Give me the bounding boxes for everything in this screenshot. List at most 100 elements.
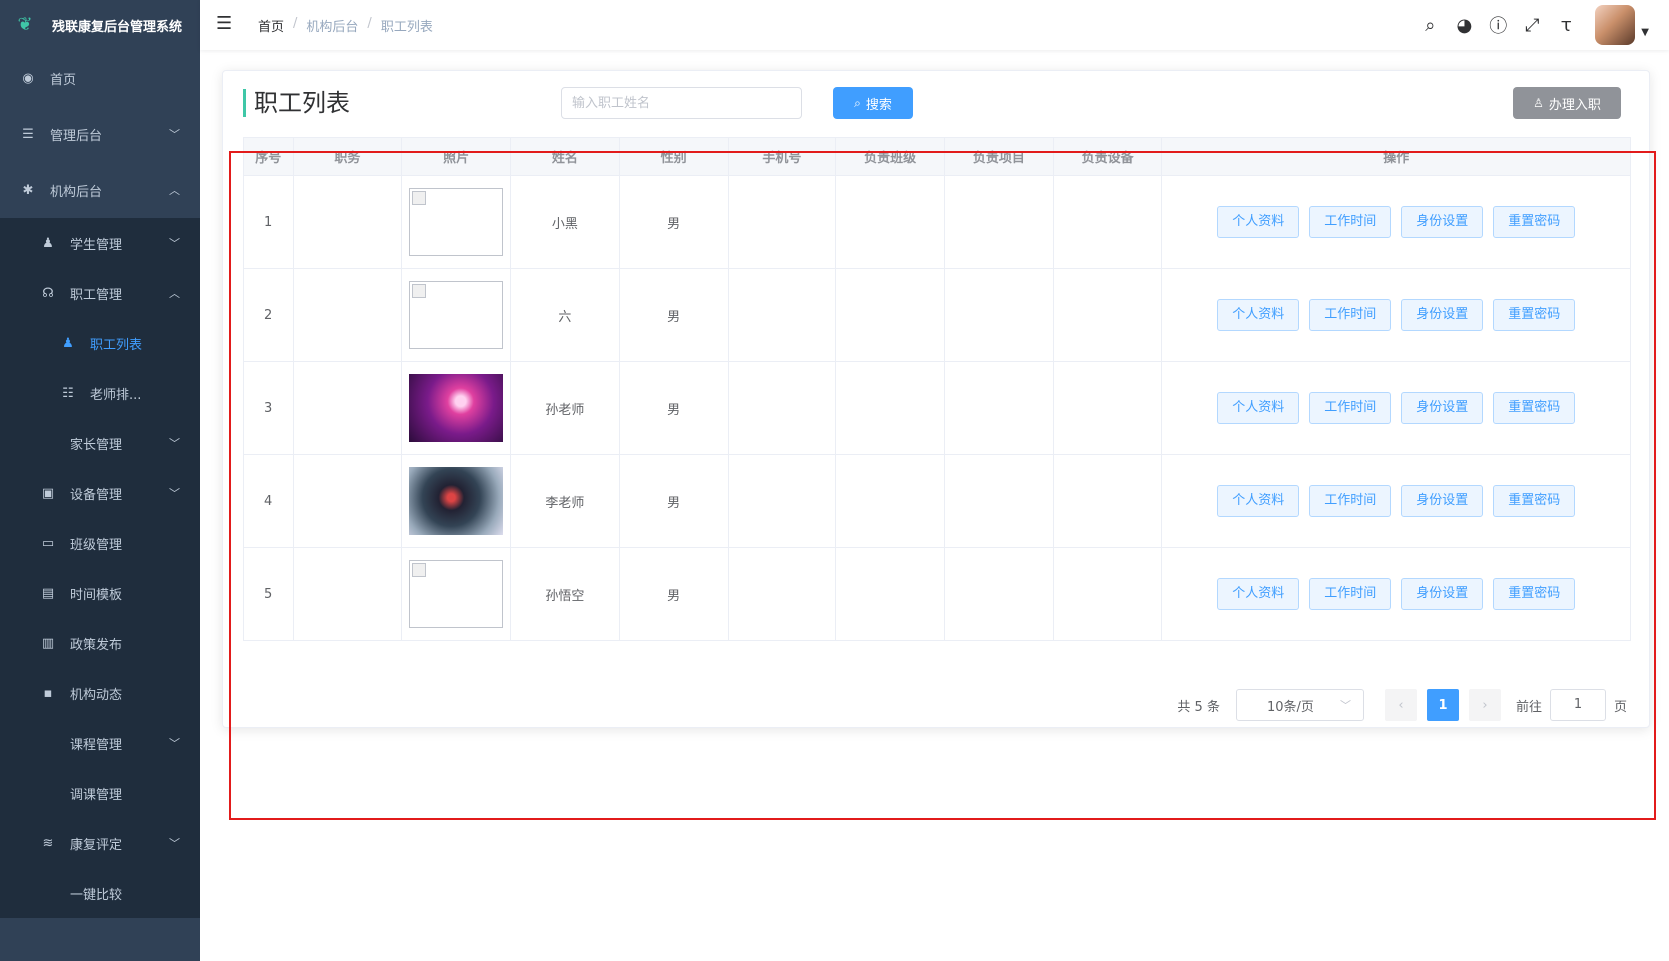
name-cell: 孙老师 — [510, 361, 620, 455]
staff-photo — [409, 374, 504, 442]
class-cell — [835, 175, 945, 269]
sidebar-item-reschedule[interactable]: 调课管理 — [0, 768, 200, 818]
reset-password-button[interactable]: 重置密码 — [1493, 578, 1576, 610]
tree-icon: ☷ — [62, 385, 74, 401]
work-time-button[interactable]: 工作时间 — [1309, 299, 1392, 331]
staff-list-card: 职工列表 ⌕ 搜索 ♙ 办理入职 序号 职务 照片 姓名 性别 手机号 负责班级… — [222, 70, 1650, 728]
page-size-value: 10条/页 — [1266, 699, 1314, 715]
next-page-button[interactable]: › — [1468, 689, 1501, 721]
work-time-button[interactable]: 工作时间 — [1309, 206, 1392, 238]
table-row: 2 六 男 个人资料 工作时间 身份设置 重置密码 — [243, 268, 1631, 362]
sidebar-item-courses[interactable]: 课程管理 ﹀ — [0, 718, 200, 768]
role-settings-button[interactable]: 身份设置 — [1401, 299, 1484, 331]
font-size-icon[interactable]: ꚍ — [1549, 15, 1583, 36]
prev-page-button[interactable]: ‹ — [1384, 689, 1417, 721]
profile-button[interactable]: 个人资料 — [1217, 485, 1300, 517]
sidebar-item-compare[interactable]: 一键比较 — [0, 868, 200, 918]
row-index: 4 — [243, 454, 294, 548]
column-header: 负责项目 — [943, 137, 1054, 176]
profile-button[interactable]: 个人资料 — [1217, 299, 1300, 331]
sidebar-item-staff-list[interactable]: ♟ 职工列表 — [0, 318, 200, 368]
caret-down-icon[interactable]: ▼ — [1641, 27, 1649, 38]
position-cell — [292, 547, 403, 641]
onboard-button[interactable]: ♙ 办理入职 — [1513, 87, 1621, 119]
table-row: 1 小黑 男 个人资料 工作时间 身份设置 重置密码 — [243, 175, 1631, 269]
sidebar-item-assessment[interactable]: ≋ 康复评定 ﹀ — [0, 818, 200, 868]
actions-cell: 个人资料 工作时间 身份设置 重置密码 — [1161, 454, 1631, 548]
leaf-logo-icon: ❦ — [17, 14, 33, 35]
chevron-down-icon: ﹀ — [169, 237, 180, 250]
sidebar-item-admin[interactable]: ☰ 管理后台 ﹀ — [0, 106, 200, 162]
chevron-down-icon: ﹀ — [169, 128, 180, 141]
phone-cell — [727, 268, 837, 362]
work-time-button[interactable]: 工作时间 — [1309, 392, 1392, 424]
sidebar-item-devices[interactable]: ▣ 设备管理 ﹀ — [0, 468, 200, 518]
column-header: 性别 — [618, 137, 729, 176]
sidebar-item-staff[interactable]: ☊ 职工管理 ︿ — [0, 268, 200, 318]
sidebar-item-teacher-schedule[interactable]: ☷ 老师排... — [0, 368, 200, 418]
sidebar-item-label: 机构动态 — [70, 687, 123, 703]
device-cell — [1052, 268, 1163, 362]
briefcase-icon: ▣ — [41, 485, 55, 501]
sidebar-item-label: 设备管理 — [70, 487, 123, 503]
staff-photo — [409, 467, 504, 535]
sidebar-item-institution[interactable]: ✱ 机构后台 ︿ — [0, 162, 200, 218]
avatar[interactable] — [1595, 5, 1636, 45]
reset-password-button[interactable]: 重置密码 — [1493, 299, 1576, 331]
question-icon[interactable]: ⓘ — [1481, 12, 1515, 38]
position-cell — [292, 454, 403, 548]
search-icon[interactable]: ⌕ — [1413, 15, 1447, 36]
table-header-row: 序号 职务 照片 姓名 性别 手机号 负责班级 负责项目 负责设备 操作 — [243, 137, 1631, 176]
broken-image-icon — [409, 188, 504, 256]
work-time-button[interactable]: 工作时间 — [1309, 578, 1392, 610]
onboard-button-label: 办理入职 — [1548, 97, 1601, 113]
profile-button[interactable]: 个人资料 — [1217, 578, 1300, 610]
role-settings-button[interactable]: 身份设置 — [1401, 206, 1484, 238]
breadcrumb-separator: / — [367, 16, 372, 31]
sidebar-item-label: 政策发布 — [70, 637, 123, 653]
profile-button[interactable]: 个人资料 — [1217, 206, 1300, 238]
sidebar-item-news[interactable]: ▪ 机构动态 — [0, 668, 200, 718]
goto-page-input[interactable]: 1 — [1549, 689, 1606, 721]
reset-password-button[interactable]: 重置密码 — [1493, 206, 1576, 238]
sidebar-item-home[interactable]: ◉ 首页 — [0, 50, 200, 106]
hamburger-icon[interactable]: ☰ — [216, 14, 236, 34]
app-logo[interactable]: ❦ 残联康复后台管理系统 — [0, 0, 200, 50]
breadcrumb-institution[interactable]: 机构后台 — [306, 16, 358, 35]
column-header: 负责班级 — [835, 137, 945, 176]
project-cell — [943, 268, 1054, 362]
sidebar-item-label: 家长管理 — [70, 437, 123, 453]
class-cell — [835, 547, 945, 641]
page-number-button[interactable]: 1 — [1426, 689, 1459, 721]
role-settings-button[interactable]: 身份设置 — [1401, 485, 1484, 517]
staff-name-search-input[interactable] — [561, 87, 802, 119]
top-navbar: ☰ 首页 / 机构后台 / 职工列表 ⌕ ◕ ⓘ ⤢ ꚍ ▼ — [200, 0, 1669, 50]
role-settings-button[interactable]: 身份设置 — [1401, 578, 1484, 610]
sidebar-item-policy[interactable]: ▥ 政策发布 — [0, 618, 200, 668]
project-cell — [943, 547, 1054, 641]
fullscreen-icon[interactable]: ⤢ — [1515, 15, 1549, 36]
profile-button[interactable]: 个人资料 — [1217, 392, 1300, 424]
work-time-button[interactable]: 工作时间 — [1309, 485, 1392, 517]
column-header: 职务 — [292, 137, 403, 176]
sidebar-item-students[interactable]: ♟ 学生管理 ﹀ — [0, 218, 200, 268]
photo-cell — [401, 454, 512, 548]
reset-password-button[interactable]: 重置密码 — [1493, 392, 1576, 424]
reset-password-button[interactable]: 重置密码 — [1493, 485, 1576, 517]
role-settings-button[interactable]: 身份设置 — [1401, 392, 1484, 424]
sidebar-item-label: 学生管理 — [70, 237, 123, 253]
gender-cell: 男 — [618, 175, 729, 269]
name-cell: 孙悟空 — [510, 547, 620, 641]
breadcrumb-home[interactable]: 首页 — [258, 16, 284, 35]
photo-cell — [401, 175, 512, 269]
broken-image-icon — [409, 560, 504, 628]
position-cell — [292, 361, 403, 455]
page-size-select[interactable]: 10条/页 ﹀ — [1235, 689, 1364, 721]
chevron-down-icon: ﹀ — [169, 437, 180, 450]
sidebar-item-time-template[interactable]: ▤ 时间模板 — [0, 568, 200, 618]
github-icon[interactable]: ◕ — [1447, 15, 1481, 36]
sidebar-item-classes[interactable]: ▭ 班级管理 — [0, 518, 200, 568]
search-button[interactable]: ⌕ 搜索 — [833, 87, 913, 119]
sidebar-item-parents[interactable]: 家长管理 ﹀ — [0, 418, 200, 468]
monitor-icon: ▭ — [41, 535, 55, 551]
